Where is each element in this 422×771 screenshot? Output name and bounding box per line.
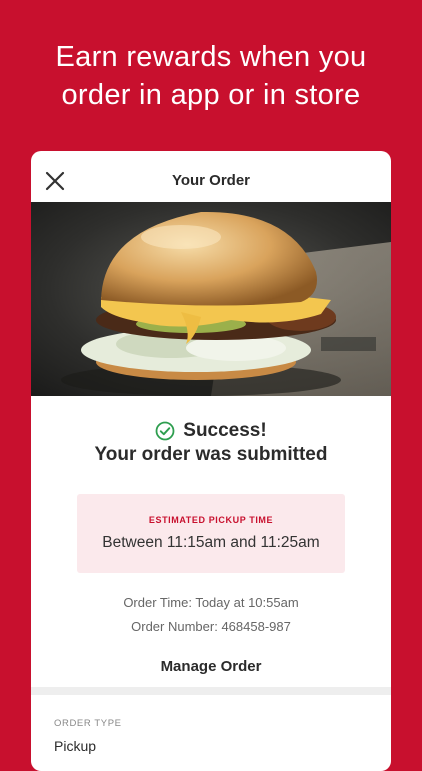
pickup-time-label: ESTIMATED PICKUP TIME [148,515,274,525]
section-divider [31,687,391,695]
manage-order-button[interactable]: Manage Order [155,657,268,676]
order-type-label: ORDER TYPE [54,718,122,729]
order-type-value: Pickup [54,738,97,754]
success-headline: Success! [183,420,267,441]
card-title: Your Order [171,172,251,189]
promo-headline: Earn rewards when you order in app or in… [0,38,422,114]
promo-line-1: Earn rewards when you [55,41,367,73]
card-header: Your Order [31,151,391,202]
burger-photo [31,202,391,396]
pickup-time-box: ESTIMATED PICKUP TIME Between 11:15am an… [77,494,345,573]
order-number: Order Number: 468458-987 [131,619,291,634]
check-circle-icon [155,421,175,441]
order-time: Order Time: Today at 10:55am [123,595,299,610]
promo-line-2: order in app or in store [61,79,361,111]
order-meta: Order Time: Today at 10:55am Order Numbe… [31,591,391,639]
success-row: Success! [31,420,391,442]
pickup-time-value: Between 11:15am and 11:25am [102,534,320,551]
close-icon[interactable] [45,171,65,191]
order-card: Your Order Success! Your order was submi… [31,151,391,771]
submitted-message: Your order was submitted [94,444,328,465]
